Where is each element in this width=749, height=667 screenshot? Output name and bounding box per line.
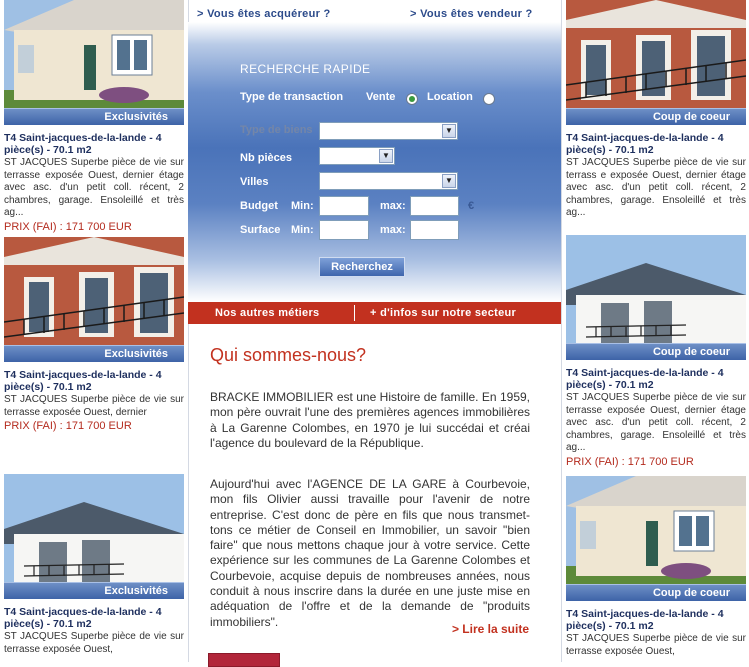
transaction-type-label: Type de transaction — [240, 91, 344, 103]
property-type-select[interactable]: ▼ — [319, 122, 458, 140]
read-more-link[interactable]: > Lire la suite — [452, 622, 529, 636]
listing-description: ST JACQUES Superbe pièce de vie sur terr… — [566, 633, 746, 657]
top-nav: > Vous êtes acquéreur ? > Vous êtes vend… — [188, 6, 561, 22]
secondary-nav-bar: Nos autres métiers + d'infos sur notre s… — [188, 302, 561, 324]
listing-badge: Exclusivités — [4, 345, 184, 362]
listing-price: PRIX (FAI) : 171 700 EUR — [4, 420, 132, 432]
listing-description: ST JACQUES Superbe pièce de vie sur terr… — [4, 631, 184, 655]
right-listings-column: Coup de coeur T4 Saint-jacques-de-la-lan… — [561, 0, 749, 662]
buyer-link[interactable]: > Vous êtes acquéreur ? — [197, 8, 331, 20]
listing-title[interactable]: T4 Saint-jacques-de-la-lande - 4 pièce(s… — [4, 369, 184, 393]
rooms-label: Nb pièces — [240, 152, 292, 164]
location-label: Location — [427, 91, 473, 103]
vente-radio[interactable] — [406, 93, 418, 105]
budget-label: Budget — [240, 200, 278, 212]
left-listings-column: Exclusivités T4 Saint-jacques-de-la-land… — [0, 0, 189, 662]
other-services-link[interactable]: Nos autres métiers — [215, 307, 319, 319]
surface-min-input[interactable] — [319, 220, 369, 240]
chevron-down-icon: ▼ — [379, 149, 393, 163]
listing-description: ST JACQUES Superbe pièce de vie sur terr… — [4, 394, 184, 418]
budget-min-input[interactable] — [319, 196, 369, 216]
about-heading: Qui sommes-nous? — [210, 345, 367, 365]
listing-badge: Exclusivités — [4, 108, 184, 125]
listing-photo-building[interactable]: Coup de coeur — [566, 0, 746, 125]
listing-badge: Coup de coeur — [566, 343, 746, 360]
listing-card[interactable]: Coup de coeur T4 Saint-jacques-de-la-lan… — [566, 476, 746, 658]
budget-min-label: Min: — [291, 200, 314, 212]
location-radio[interactable] — [483, 93, 495, 105]
listing-photo-building[interactable]: Exclusivités — [4, 237, 184, 362]
listing-card[interactable]: Coup de coeur T4 Saint-jacques-de-la-lan… — [566, 0, 746, 220]
listing-photo-house[interactable]: Exclusivités — [4, 0, 184, 125]
chevron-down-icon: ▼ — [442, 124, 456, 138]
listing-badge: Exclusivités — [4, 582, 184, 599]
budget-max-input[interactable] — [410, 196, 459, 216]
bottom-banner — [208, 653, 280, 667]
listing-description: ST JACQUES Superbe pièce de vie sur terr… — [4, 157, 184, 218]
listing-card[interactable]: Exclusivités T4 Saint-jacques-de-la-land… — [4, 474, 184, 656]
search-button[interactable]: Recherchez — [319, 257, 405, 277]
listing-description: ST JACQUES Superbe pièce de vie sur terr… — [566, 392, 746, 453]
surface-label: Surface — [240, 224, 281, 236]
listing-card[interactable]: Coup de coeur T4 Saint-jacques-de-la-lan… — [566, 235, 746, 469]
budget-max-label: max: — [380, 200, 406, 212]
about-paragraph-2: Aujourd'hui avec l'AGENCE DE LA GARE à C… — [210, 477, 530, 629]
listing-title[interactable]: T4 Saint-jacques-de-la-lande - 4 pièce(s… — [566, 608, 746, 632]
divider — [354, 305, 355, 321]
surface-max-label: max: — [380, 224, 406, 236]
rooms-select[interactable]: ▼ — [319, 147, 395, 165]
search-title: RECHERCHE RAPIDE — [240, 62, 371, 76]
surface-min-label: Min: — [291, 224, 314, 236]
listing-photo-balcony[interactable]: Exclusivités — [4, 474, 184, 599]
listing-badge: Coup de coeur — [566, 108, 746, 125]
surface-max-input[interactable] — [410, 220, 459, 240]
listing-title[interactable]: T4 Saint-jacques-de-la-lande - 4 pièce(s… — [566, 132, 746, 156]
vente-label: Vente — [366, 91, 396, 103]
listing-badge: Coup de coeur — [566, 584, 746, 601]
sector-info-link[interactable]: + d'infos sur notre secteur — [370, 307, 516, 319]
listing-description: ST JACQUES Superbe pièce de vie sur terr… — [566, 157, 746, 218]
main-column: > Vous êtes acquéreur ? > Vous êtes vend… — [188, 0, 561, 667]
listing-card[interactable]: Exclusivités T4 Saint-jacques-de-la-land… — [4, 0, 184, 234]
property-type-label: Type de biens — [240, 124, 313, 136]
about-paragraph-1: BRACKE IMMOBILIER est une Histoire de fa… — [210, 390, 530, 450]
listing-price: PRIX (FAI) : 171 700 EUR — [566, 455, 694, 468]
listing-price: PRIX (FAI) : 171 700 EUR — [4, 220, 132, 233]
listing-title[interactable]: T4 Saint-jacques-de-la-lande - 4 pièce(s… — [566, 367, 746, 391]
listing-title[interactable]: T4 Saint-jacques-de-la-lande - 4 pièce(s… — [4, 606, 184, 630]
currency-label: € — [468, 200, 475, 212]
listing-card[interactable]: Exclusivités T4 Saint-jacques-de-la-land… — [4, 237, 184, 433]
cities-select[interactable]: ▼ — [319, 172, 458, 190]
listing-title[interactable]: T4 Saint-jacques-de-la-lande - 4 pièce(s… — [4, 132, 184, 156]
listing-photo-balcony[interactable]: Coup de coeur — [566, 235, 746, 360]
chevron-down-icon: ▼ — [442, 174, 456, 188]
quick-search-panel: RECHERCHE RAPIDE Type de transaction Ven… — [188, 22, 561, 302]
cities-label: Villes — [240, 176, 269, 188]
listing-photo-house[interactable]: Coup de coeur — [566, 476, 746, 601]
seller-link[interactable]: > Vous êtes vendeur ? — [410, 8, 533, 20]
